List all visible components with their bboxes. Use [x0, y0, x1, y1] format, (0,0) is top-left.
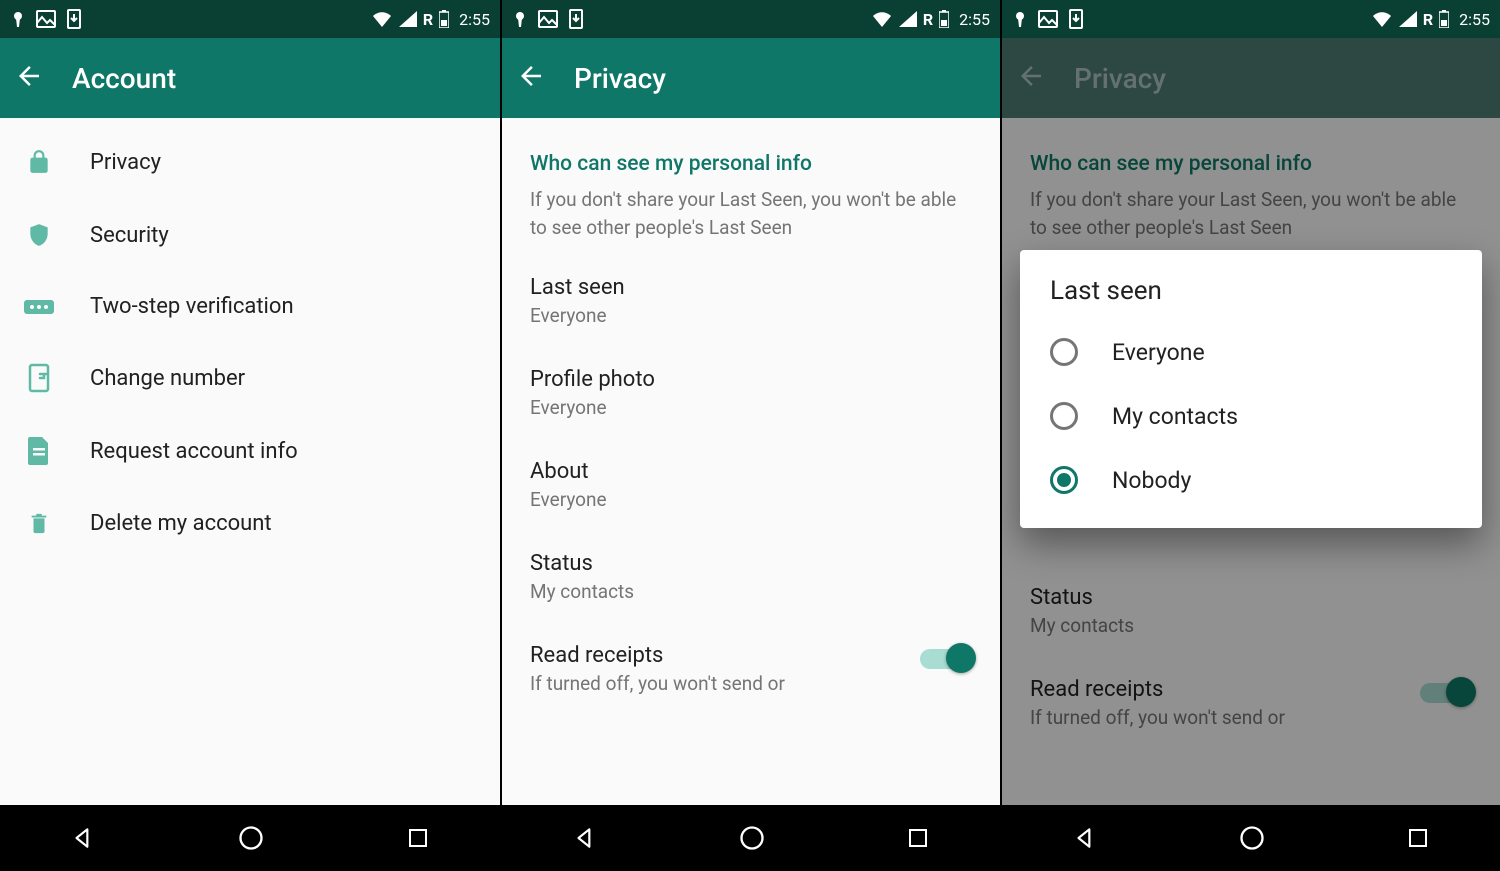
- nav-recent-button[interactable]: [906, 826, 930, 850]
- page-title: Account: [72, 62, 176, 95]
- privacy-item-value: Everyone: [530, 396, 972, 419]
- privacy-item-value: Everyone: [530, 488, 972, 511]
- lock-icon: [24, 148, 54, 176]
- dialog-option-everyone[interactable]: Everyone: [1020, 320, 1482, 384]
- nav-home-button[interactable]: [738, 824, 766, 852]
- account-item-security[interactable]: Security: [0, 198, 500, 272]
- trash-icon: [24, 509, 54, 537]
- nav-back-button[interactable]: [70, 825, 96, 851]
- privacy-item-value: My contacts: [530, 580, 972, 603]
- section-header-personal-info: Who can see my personal info: [502, 126, 1000, 186]
- account-item-two-step[interactable]: Two-step verification: [0, 272, 500, 341]
- privacy-item-caption: If turned off, you won't send or: [530, 672, 785, 695]
- account-item-label: Delete my account: [90, 511, 272, 536]
- status-time: 2:55: [1459, 10, 1490, 29]
- dialog-option-my-contacts[interactable]: My contacts: [1020, 384, 1482, 448]
- battery-icon: [939, 10, 949, 28]
- privacy-item-read-receipts[interactable]: Read receipts If turned off, you won't s…: [502, 623, 1000, 715]
- image-icon: [1038, 10, 1058, 28]
- image-icon: [36, 10, 56, 28]
- download-icon: [66, 9, 82, 29]
- privacy-item-title: Read receipts: [530, 643, 785, 668]
- wifi-icon: [371, 10, 393, 28]
- radio-unchecked-icon: [1050, 402, 1078, 430]
- cell-signal-icon: [1399, 11, 1417, 27]
- status-bar: R 2:55: [502, 0, 1000, 38]
- account-item-label: Privacy: [90, 150, 161, 175]
- account-item-delete-account[interactable]: Delete my account: [0, 487, 500, 559]
- dialog-title: Last seen: [1020, 276, 1482, 320]
- document-icon: [24, 437, 54, 465]
- shield-icon: [24, 220, 54, 250]
- nav-back-button[interactable]: [1072, 825, 1098, 851]
- account-list: Privacy Security Two-step verification C…: [0, 118, 500, 805]
- status-time: 2:55: [959, 10, 990, 29]
- page-title: Privacy: [574, 62, 666, 95]
- image-icon: [538, 10, 558, 28]
- back-button[interactable]: [516, 61, 546, 95]
- network-label: R: [1423, 10, 1433, 29]
- app-bar: Account: [0, 38, 500, 118]
- dialog-option-label: Nobody: [1112, 467, 1191, 494]
- privacy-item-value: Everyone: [530, 304, 972, 327]
- account-item-privacy[interactable]: Privacy: [0, 126, 500, 198]
- passcode-icon: [24, 297, 54, 317]
- privacy-item-title: Profile photo: [530, 367, 972, 392]
- battery-icon: [439, 10, 449, 28]
- dialog-option-label: My contacts: [1112, 403, 1238, 430]
- wifi-icon: [871, 10, 893, 28]
- nav-back-button[interactable]: [572, 825, 598, 851]
- nav-home-button[interactable]: [237, 824, 265, 852]
- privacy-item-title: Last seen: [530, 275, 972, 300]
- phone-screen-privacy-dialog: R 2:55 Privacy Who can see my personal i…: [1000, 0, 1500, 871]
- download-icon: [568, 9, 584, 29]
- cell-signal-icon: [899, 11, 917, 27]
- dialog-option-label: Everyone: [1112, 339, 1205, 366]
- navigation-bar: [1002, 805, 1500, 871]
- keyhole-icon: [512, 9, 528, 29]
- privacy-item-last-seen[interactable]: Last seen Everyone: [502, 255, 1000, 347]
- status-time: 2:55: [459, 10, 490, 29]
- nav-home-button[interactable]: [1238, 824, 1266, 852]
- cell-signal-icon: [399, 11, 417, 27]
- phone-screen-privacy: R 2:55 Privacy Who can see my personal i…: [500, 0, 1000, 871]
- battery-icon: [1439, 10, 1449, 28]
- privacy-item-profile-photo[interactable]: Profile photo Everyone: [502, 347, 1000, 439]
- account-item-label: Two-step verification: [90, 294, 294, 319]
- dialog-option-nobody[interactable]: Nobody: [1020, 448, 1482, 512]
- last-seen-dialog: Last seen Everyone My contacts Nobody: [1020, 250, 1482, 528]
- status-bar: R 2:55: [0, 0, 500, 38]
- read-receipts-toggle[interactable]: [920, 649, 972, 669]
- keyhole-icon: [10, 9, 26, 29]
- network-label: R: [923, 10, 933, 29]
- nav-recent-button[interactable]: [1406, 826, 1430, 850]
- back-button[interactable]: [14, 61, 44, 95]
- navigation-bar: [502, 805, 1000, 871]
- status-bar: R 2:55: [1002, 0, 1500, 38]
- account-item-request-info[interactable]: Request account info: [0, 415, 500, 487]
- privacy-list: Who can see my personal info If you don'…: [502, 118, 1000, 805]
- account-item-label: Security: [90, 223, 169, 248]
- privacy-item-status[interactable]: Status My contacts: [502, 531, 1000, 623]
- network-label: R: [423, 10, 433, 29]
- radio-checked-icon: [1050, 466, 1078, 494]
- privacy-item-about[interactable]: About Everyone: [502, 439, 1000, 531]
- account-item-change-number[interactable]: Change number: [0, 341, 500, 415]
- account-item-label: Request account info: [90, 439, 298, 464]
- radio-unchecked-icon: [1050, 338, 1078, 366]
- keyhole-icon: [1012, 9, 1028, 29]
- privacy-item-title: Status: [530, 551, 972, 576]
- phone-screen-account: R 2:55 Account Privacy Security Two-step…: [0, 0, 500, 871]
- section-caption: If you don't share your Last Seen, you w…: [502, 186, 1000, 255]
- nav-recent-button[interactable]: [406, 826, 430, 850]
- account-item-label: Change number: [90, 366, 245, 391]
- download-icon: [1068, 9, 1084, 29]
- navigation-bar: [0, 805, 500, 871]
- app-bar: Privacy: [502, 38, 1000, 118]
- wifi-icon: [1371, 10, 1393, 28]
- privacy-item-title: About: [530, 459, 972, 484]
- sim-icon: [24, 363, 54, 393]
